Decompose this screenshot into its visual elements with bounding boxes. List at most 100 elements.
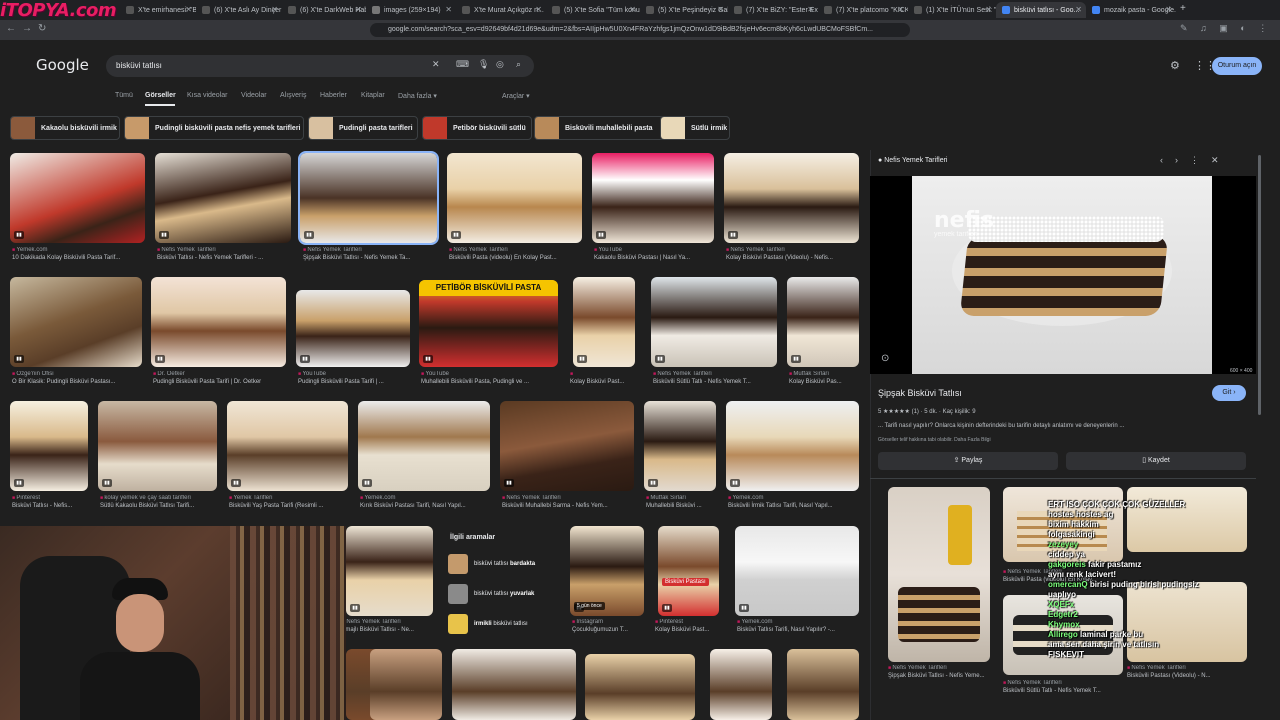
result-image[interactable]: ▮▮ — [155, 153, 291, 243]
panel-related-image[interactable] — [888, 487, 990, 662]
result-caption[interactable]: kolay yemek ve çay saati tarifleriSütlü … — [100, 495, 225, 509]
result-caption[interactable]: Nefis Yemek TarifleriBisküvi Tatlısı - N… — [157, 247, 299, 261]
result-caption[interactable]: Dr. OetkerPudingli Bisküvili Pasta Tarif… — [153, 371, 294, 385]
chip[interactable]: Petibör bisküvili sütlü — [422, 116, 532, 140]
lens-search-icon[interactable]: ⊙ — [881, 353, 889, 364]
panel-title[interactable]: Şipşak Bisküvi Tatlısı — [878, 388, 962, 398]
result-image[interactable]: ▮▮ — [10, 153, 145, 243]
tab-close-icon[interactable]: ✕ — [1165, 5, 1172, 14]
search-box[interactable]: bisküvi tatlısı ✕ ⌨ 🎙 ◎ ⌕ — [106, 55, 534, 77]
search-input[interactable]: bisküvi tatlısı — [116, 61, 162, 70]
result-caption[interactable]: Yemek.comBisküvi Tatlısı Tarifi, Nasıl Y… — [737, 619, 867, 633]
lens-icon[interactable]: ◎ — [496, 59, 504, 70]
result-image[interactable]: ▮▮ — [724, 153, 859, 243]
result-caption[interactable]: Yemek TarifleriBisküvili Yaş Pasta Tarif… — [229, 495, 356, 509]
result-caption[interactable]: YouTubePudingli Bisküvili Pasta Tarifi |… — [298, 371, 418, 385]
tab-4[interactable]: Alışveriş — [280, 92, 306, 99]
result-caption[interactable]: Kolay Bisküvi Past... — [570, 371, 638, 385]
result-caption[interactable]: InstagramÇocukluğumuzun T... — [572, 619, 652, 633]
browser-tab[interactable]: (7) X'te platcomo "KICK... ✕ — [818, 2, 908, 18]
result-image[interactable]: ▮▮ — [10, 401, 88, 491]
result-caption[interactable]: PinterestKolay Bisküvi Past... — [655, 619, 722, 633]
browser-tab[interactable]: X'te emirhanesi: "Bob...✕ — [120, 2, 196, 18]
result-image[interactable] — [787, 649, 859, 720]
panel-scrollbar[interactable] — [1258, 155, 1261, 415]
new-tab-icon[interactable]: + — [1180, 3, 1186, 14]
sign-in-button[interactable]: Oturum açın — [1212, 57, 1262, 75]
result-image[interactable] — [452, 649, 576, 720]
google-logo[interactable]: Google — [36, 56, 89, 74]
result-caption[interactable]: Yemek.comKırık Bisküvi Pastası Tarifi, N… — [360, 495, 498, 509]
share-button[interactable]: ⇪ Paylaş — [878, 452, 1058, 470]
result-caption[interactable]: Mutfak SırlarıKolay Bisküvi Pas... — [789, 371, 867, 385]
tab-3[interactable]: Videolar — [241, 92, 267, 99]
result-image[interactable] — [710, 649, 772, 720]
result-image[interactable]: ▮▮ — [644, 401, 716, 491]
result-image[interactable]: ▮▮ — [358, 401, 490, 491]
next-icon[interactable]: › — [1175, 155, 1190, 165]
result-image[interactable]: ▮▮ — [98, 401, 217, 491]
reload-icon[interactable]: ↻ — [38, 23, 52, 34]
tab-close-icon[interactable]: ✕ — [807, 5, 814, 14]
panel-controls[interactable]: ‹›⋮✕ — [1160, 155, 1231, 166]
address-bar[interactable]: google.com/search?sca_esv=d92649bf4d21d6… — [370, 23, 910, 37]
settings-gear-icon[interactable]: ⚙ — [1170, 59, 1180, 72]
result-image[interactable]: ▮▮ — [296, 290, 410, 367]
result-image[interactable] — [585, 654, 695, 720]
result-caption[interactable]: YouTubeKakaolu Bisküvi Pastası | Nasıl Y… — [594, 247, 722, 261]
result-image[interactable]: ▮▮ — [735, 526, 859, 616]
tab-close-icon[interactable]: ✕ — [185, 5, 192, 14]
result-image[interactable]: ▮▮ — [651, 277, 777, 367]
tab-close-icon[interactable]: ✕ — [271, 5, 278, 14]
result-image[interactable]: ▮▮ — [447, 153, 582, 243]
result-caption[interactable]: PinterestBisküvi Tatlısı - Nefis... — [12, 495, 96, 509]
tab-2[interactable]: Kısa videolar — [187, 92, 227, 99]
search-icon[interactable]: ⌕ — [516, 59, 521, 70]
tab-7[interactable]: Daha fazla ▾ — [398, 92, 437, 100]
chip[interactable]: Bisküvili muhallebili pasta — [534, 116, 664, 140]
result-image[interactable]: ▮▮ — [787, 277, 859, 367]
result-caption[interactable]: Mutfak SırlarıMuhallebili Bisküvi ... — [646, 495, 724, 509]
result-caption[interactable]: Yemek.com10 Dakikada Kolay Bisküvili Pas… — [12, 247, 153, 261]
result-image[interactable]: ▮▮ — [151, 277, 286, 367]
result-caption[interactable]: Nefis Yemek TarifleriŞipşak Bisküvi Tatl… — [303, 247, 446, 261]
result-caption[interactable]: Nefis Yemek TarifleriBisküvili Sütlü Tat… — [653, 371, 785, 385]
chip[interactable]: Pudingli pasta tarifleri — [308, 116, 418, 140]
related-item[interactable]: bisküvi tatlısı bardakta — [474, 561, 535, 567]
chip[interactable]: Kakaolu bisküvili irmik — [10, 116, 120, 140]
result-caption[interactable]: Nefis Yemek Tarifleriamajlı Bisküvi Tatl… — [342, 619, 435, 633]
back-icon[interactable]: ← — [6, 23, 22, 34]
tab-close-icon[interactable]: ✕ — [629, 5, 636, 14]
browser-tab[interactable]: (5) X'te Sofia "Tüm konu... ✕ — [546, 2, 640, 18]
tab-close-icon[interactable]: ✕ — [445, 5, 452, 14]
tab-close-icon[interactable]: ✕ — [985, 5, 992, 14]
prev-icon[interactable]: ‹ — [1160, 155, 1175, 165]
tab-1[interactable]: Görseller — [145, 92, 176, 99]
tab-6[interactable]: Kitaplar — [361, 92, 385, 99]
browser-tab[interactable]: X'te Murat Açıkgöz n... ✕ — [456, 2, 546, 18]
tools-button[interactable]: Araçlar ▾ — [502, 92, 530, 100]
chip[interactable]: Pudingli bisküvili pasta nefis yemek tar… — [124, 116, 304, 140]
tab-0[interactable]: Tümü — [115, 92, 133, 99]
result-caption[interactable]: Nefis Yemek TarifleriBisküvili Muhallebi… — [502, 495, 642, 509]
chip[interactable]: Sütlü irmik — [660, 116, 730, 140]
browser-tab[interactable]: mozaik pasta - Google... ✕ — [1086, 2, 1176, 18]
tab-close-icon[interactable]: ✕ — [1075, 5, 1082, 14]
related-item[interactable]: irmikli bisküvi tatlısı — [474, 621, 528, 627]
forward-icon[interactable]: → — [22, 23, 38, 34]
related-item[interactable]: bisküvi tatlısı yuvarlak — [474, 591, 534, 597]
result-image[interactable]: ▮▮ — [10, 277, 142, 367]
result-caption[interactable]: YouTubeMuhallebili Bisküvili Pasta, Pudi… — [421, 371, 566, 385]
more-icon[interactable]: ⋮ — [1190, 155, 1211, 165]
browser-tab[interactable]: images (259×194) ✕ — [366, 2, 456, 18]
tab-close-icon[interactable]: ✕ — [355, 5, 362, 14]
browser-tab[interactable]: (6) X'te Aslı Ay Dinçer: "...✕ — [196, 2, 282, 18]
panel-source[interactable]: Nefis Yemek Tarifleri — [878, 157, 947, 164]
clear-icon[interactable]: ✕ — [432, 59, 440, 70]
result-image[interactable]: ▮▮ — [298, 151, 439, 245]
browser-tab[interactable]: bisküvi tatlısı - Goo... ✕ — [996, 2, 1086, 18]
mic-icon[interactable]: 🎙 — [478, 59, 489, 70]
browser-tab[interactable]: (5) X'te Peşindeyiz Galati...✕ — [640, 2, 728, 18]
result-caption[interactable]: Yemek.comBisküvili İrmik Tatlısı Tarifi,… — [728, 495, 867, 509]
result-image[interactable]: ▮▮ — [573, 277, 635, 367]
